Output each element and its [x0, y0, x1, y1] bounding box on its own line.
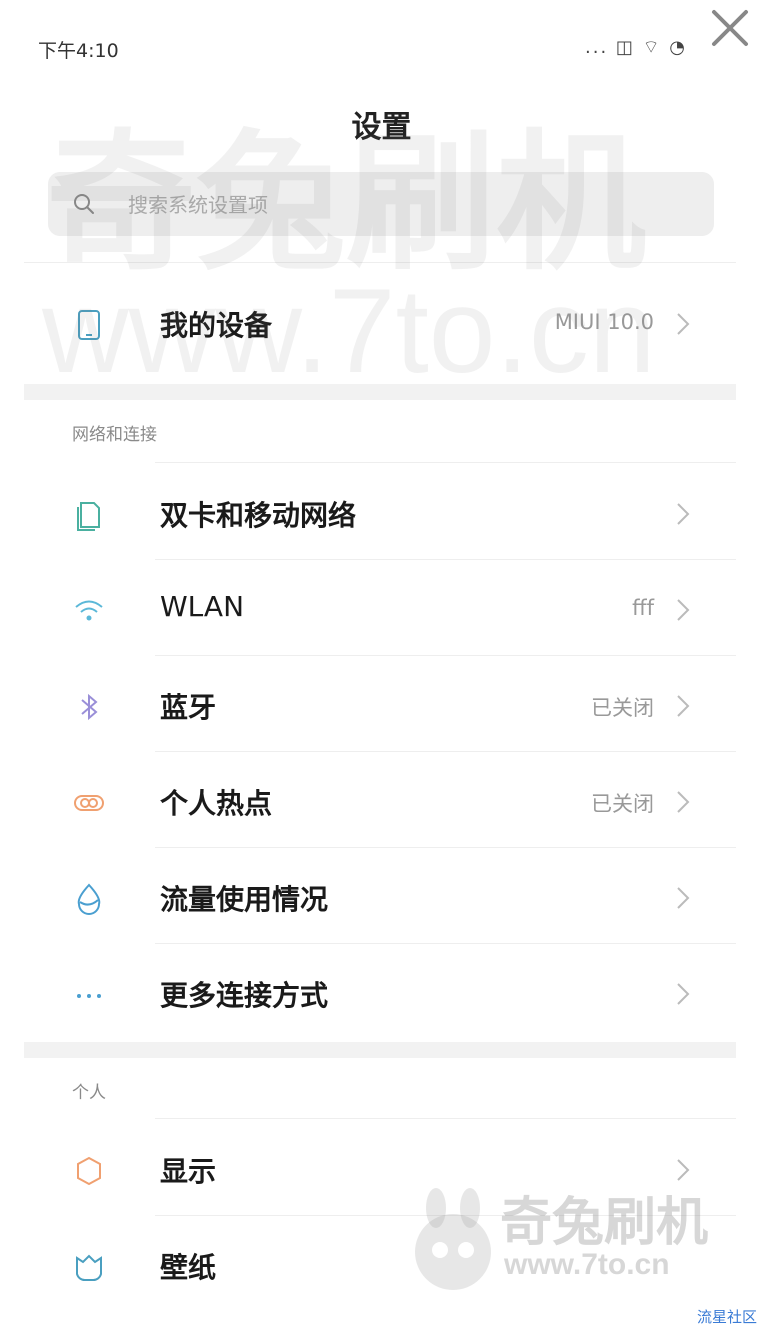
divider: [155, 559, 736, 560]
settings-item-wlan[interactable]: WLAN fff: [24, 562, 736, 658]
settings-item-wallpaper[interactable]: 壁纸: [24, 1218, 736, 1314]
chevron-right-icon: [677, 503, 690, 525]
status-icons: ... ◫ ⌔ ◔: [585, 37, 687, 58]
item-label: WLAN: [160, 590, 245, 623]
section-title-network: 网络和连接: [72, 425, 157, 445]
phone-icon: [78, 310, 100, 340]
section-title-personal: 个人: [72, 1083, 106, 1103]
item-label: 显示: [160, 1155, 217, 1188]
chevron-right-icon: [677, 1159, 690, 1181]
divider: [155, 847, 736, 848]
settings-item-dual-sim[interactable]: 双卡和移动网络: [24, 466, 736, 562]
chevron-right-icon: [677, 599, 690, 621]
divider: [155, 1118, 736, 1119]
more-icon: [77, 994, 101, 998]
item-label: 个人热点: [160, 787, 273, 820]
section-gap: [24, 1042, 736, 1058]
hotspot-icon: [74, 795, 104, 811]
settings-item-bluetooth[interactable]: 蓝牙 已关闭: [24, 658, 736, 754]
wallpaper-icon: [76, 1254, 102, 1281]
chevron-right-icon: [677, 695, 690, 717]
item-label: 双卡和移动网络: [160, 499, 357, 532]
my-device-row[interactable]: 我的设备 MIUI 10.0: [24, 276, 736, 372]
item-label: 流量使用情况: [160, 883, 329, 916]
item-label: 更多连接方式: [160, 979, 329, 1012]
search-icon: [74, 194, 94, 214]
divider: [155, 462, 736, 463]
settings-item-data-usage[interactable]: 流量使用情况: [24, 850, 736, 946]
divider: [155, 1215, 736, 1216]
page-title: 设置: [351, 110, 412, 145]
status-time: 下午4:10: [38, 40, 119, 62]
item-value: 已关闭: [591, 792, 654, 816]
wifi-icon: [75, 600, 103, 621]
divider: [155, 751, 736, 752]
close-icon[interactable]: [706, 4, 754, 52]
sim-card-icon: [77, 502, 100, 531]
chevron-right-icon: [677, 313, 690, 335]
bluetooth-icon: [81, 693, 98, 721]
settings-item-hotspot[interactable]: 个人热点 已关闭: [24, 754, 736, 850]
credit-label: 流星社区: [696, 1308, 757, 1326]
miui-version: MIUI 10.0: [554, 310, 654, 334]
search-input[interactable]: [126, 186, 690, 224]
divider: [155, 655, 736, 656]
chevron-right-icon: [677, 887, 690, 909]
my-device-label: 我的设备: [160, 309, 273, 342]
item-value: fff: [632, 596, 654, 620]
settings-item-display[interactable]: 显示: [24, 1122, 736, 1218]
item-value: 已关闭: [591, 696, 654, 720]
status-bar: 下午4:10 ... ◫ ⌔ ◔: [0, 0, 763, 90]
settings-item-more-connections[interactable]: 更多连接方式: [24, 946, 736, 1042]
chevron-right-icon: [677, 791, 690, 813]
divider: [24, 262, 736, 263]
settings-screen: 下午4:10 ... ◫ ⌔ ◔ 设置 我的设备 MIUI 10.0 网络和连接: [0, 0, 763, 1331]
data-usage-icon: [77, 883, 101, 915]
item-label: 蓝牙: [160, 691, 217, 724]
display-icon: [77, 1156, 101, 1186]
item-label: 壁纸: [160, 1251, 217, 1284]
chevron-right-icon: [677, 983, 690, 1005]
section-gap: [24, 384, 736, 400]
search-bar[interactable]: [48, 172, 714, 236]
divider: [155, 943, 736, 944]
